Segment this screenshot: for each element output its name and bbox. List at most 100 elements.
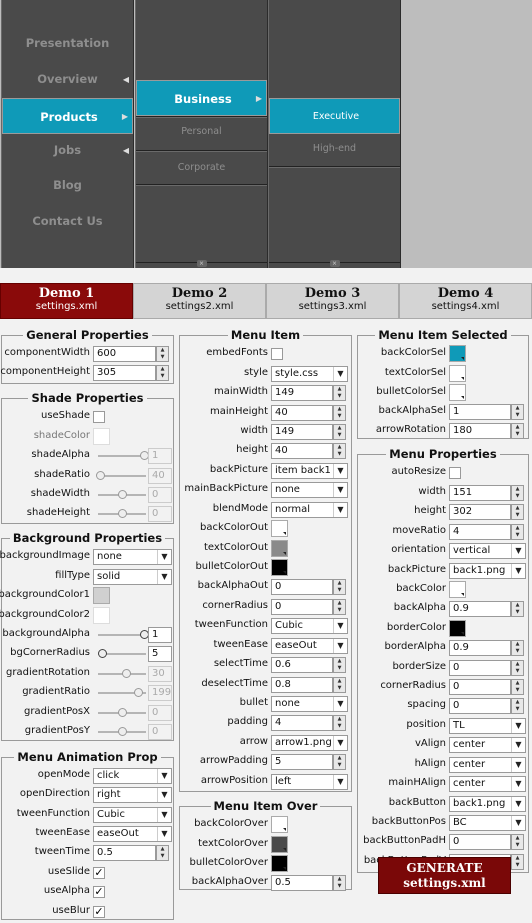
slider-thumb[interactable] [122,669,131,678]
main-width-stepper[interactable]: ▲ ▼ [333,385,346,401]
tween-ease-select[interactable]: easeOut ▼ [93,826,172,842]
back-color-swatch[interactable] [449,581,466,598]
back-button-select[interactable]: back1.png ▼ [449,796,526,812]
arrow-rotation-input[interactable]: 180 [449,423,511,439]
gradient-ratio-slider[interactable] [98,688,146,697]
shade-ratio-slider[interactable] [96,471,146,480]
menu-item-contact-us[interactable]: Contact Us [2,214,133,232]
component-height-stepper[interactable]: ▲ ▼ [156,365,169,381]
back-alpha-over-stepper[interactable]: ▲ ▼ [333,875,346,891]
corner-radius-input[interactable]: 0 [271,599,333,615]
tween-function-select[interactable]: Cubic ▼ [93,807,172,823]
slider-thumb[interactable] [118,509,127,518]
submenu-item-business[interactable]: Business ▶ [136,80,267,116]
menu-item-blog[interactable]: Blog [2,178,133,196]
back-alpha-sel-input[interactable]: 1 [449,404,511,420]
main-height-input[interactable]: 40 [271,405,333,421]
move-ratio-stepper[interactable]: ▲ ▼ [511,524,524,540]
padding-stepper[interactable]: ▲ ▼ [333,715,346,731]
move-ratio-input[interactable]: 4 [449,524,511,540]
select-time-stepper[interactable]: ▲ ▼ [333,657,346,673]
back-color-over-swatch[interactable] [271,816,288,833]
back-alpha-out-stepper[interactable]: ▲ ▼ [333,579,346,595]
height-stepper[interactable]: ▲ ▼ [511,504,524,520]
back-color-out-swatch[interactable] [271,520,288,537]
embed-fonts-checkbox[interactable] [271,348,283,360]
tween-function-select[interactable]: Cubic ▼ [271,618,348,634]
back-color-sel-swatch[interactable] [449,345,466,362]
slider-thumb[interactable] [118,490,127,499]
main-back-picture-select[interactable]: none ▼ [271,482,348,498]
back-alpha-stepper[interactable]: ▲ ▼ [511,601,524,617]
menu-item-jobs[interactable]: Jobs ◀ [2,143,133,161]
gradient-rotation-slider[interactable] [98,669,146,678]
h-align-select[interactable]: center ▼ [449,757,526,773]
background-image-select[interactable]: none ▼ [93,549,172,565]
border-alpha-stepper[interactable]: ▲ ▼ [511,640,524,656]
arrow-padding-input[interactable]: 5 [271,754,333,770]
v-align-select[interactable]: center ▼ [449,737,526,753]
shade-color-swatch[interactable] [93,428,110,445]
width-input[interactable]: 149 [271,424,333,440]
arrow-padding-stepper[interactable]: ▲ ▼ [333,754,346,770]
use-blur-checkbox[interactable]: ✓ [93,906,105,918]
height-input[interactable]: 302 [449,504,511,520]
main-height-stepper[interactable]: ▲ ▼ [333,405,346,421]
back-grip-icon[interactable]: ⨯ [329,260,340,267]
tab-demo-3[interactable]: Demo 3 settings3.xml [266,283,399,319]
back-alpha-input[interactable]: 0.9 [449,601,511,617]
tween-time-input[interactable]: 0.5 [93,845,156,861]
open-mode-select[interactable]: click ▼ [93,768,172,784]
menu-item-overview[interactable]: Overview ◀ [2,72,133,90]
position-select[interactable]: TL ▼ [449,718,526,734]
deselect-time-stepper[interactable]: ▲ ▼ [333,677,346,693]
border-size-input[interactable]: 0 [449,660,511,676]
bg-corner-radius-slider[interactable] [98,649,146,658]
border-color-swatch[interactable] [449,620,466,637]
back-picture-select[interactable]: back1.png ▼ [449,563,526,579]
shade-width-slider[interactable] [98,490,146,499]
padding-input[interactable]: 4 [271,715,333,731]
orientation-select[interactable]: vertical ▼ [449,543,526,559]
spacing-input[interactable]: 0 [449,698,511,714]
width-stepper[interactable]: ▲ ▼ [511,485,524,501]
slider-thumb[interactable] [118,727,127,736]
submenu-item-high-end[interactable]: High-end [269,143,400,159]
back-button-pad-h-stepper[interactable]: ▲ ▼ [511,834,524,850]
submenu-item-personal[interactable]: Personal [136,126,267,142]
deselect-time-input[interactable]: 0.8 [271,677,333,693]
background-color2-swatch[interactable] [93,607,110,624]
back-button-pos-select[interactable]: BC ▼ [449,815,526,831]
background-color1-swatch[interactable] [93,587,110,604]
main-width-input[interactable]: 149 [271,385,333,401]
back-alpha-over-input[interactable]: 0.5 [271,875,333,891]
height-input[interactable]: 40 [271,443,333,459]
main-h-align-select[interactable]: center ▼ [449,776,526,792]
height-stepper[interactable]: ▲ ▼ [333,443,346,459]
corner-radius-stepper[interactable]: ▲ ▼ [333,599,346,615]
text-color-sel-swatch[interactable] [449,365,466,382]
spacing-stepper[interactable]: ▲ ▼ [511,698,524,714]
tab-demo-2[interactable]: Demo 2 settings2.xml [133,283,266,319]
bullet-select[interactable]: none ▼ [271,696,348,712]
corner-radius-input[interactable]: 0 [449,679,511,695]
auto-resize-checkbox[interactable] [449,467,461,479]
tween-time-stepper[interactable]: ▲ ▼ [156,845,169,861]
border-alpha-input[interactable]: 0.9 [449,640,511,656]
back-button-pad-v-stepper[interactable]: ▲ ▼ [511,854,524,870]
fill-type-select[interactable]: solid ▼ [93,569,172,585]
gradient-pos-y-slider[interactable] [98,727,146,736]
bullet-color-out-swatch[interactable] [271,559,288,576]
back-alpha-out-input[interactable]: 0 [271,579,333,595]
slider-thumb[interactable] [96,471,105,480]
text-color-over-swatch[interactable] [271,836,288,853]
use-shade-checkbox[interactable] [93,411,105,423]
gradient-pos-x-slider[interactable] [98,708,146,717]
slider-thumb[interactable] [118,708,127,717]
bullet-color-over-swatch[interactable] [271,855,288,872]
use-slide-checkbox[interactable]: ✓ [93,867,105,879]
shade-height-slider[interactable] [98,509,146,518]
text-color-out-swatch[interactable] [271,540,288,557]
submenu-item-executive[interactable]: Executive [269,98,400,134]
arrow-select[interactable]: arrow1.png ▼ [271,735,348,751]
